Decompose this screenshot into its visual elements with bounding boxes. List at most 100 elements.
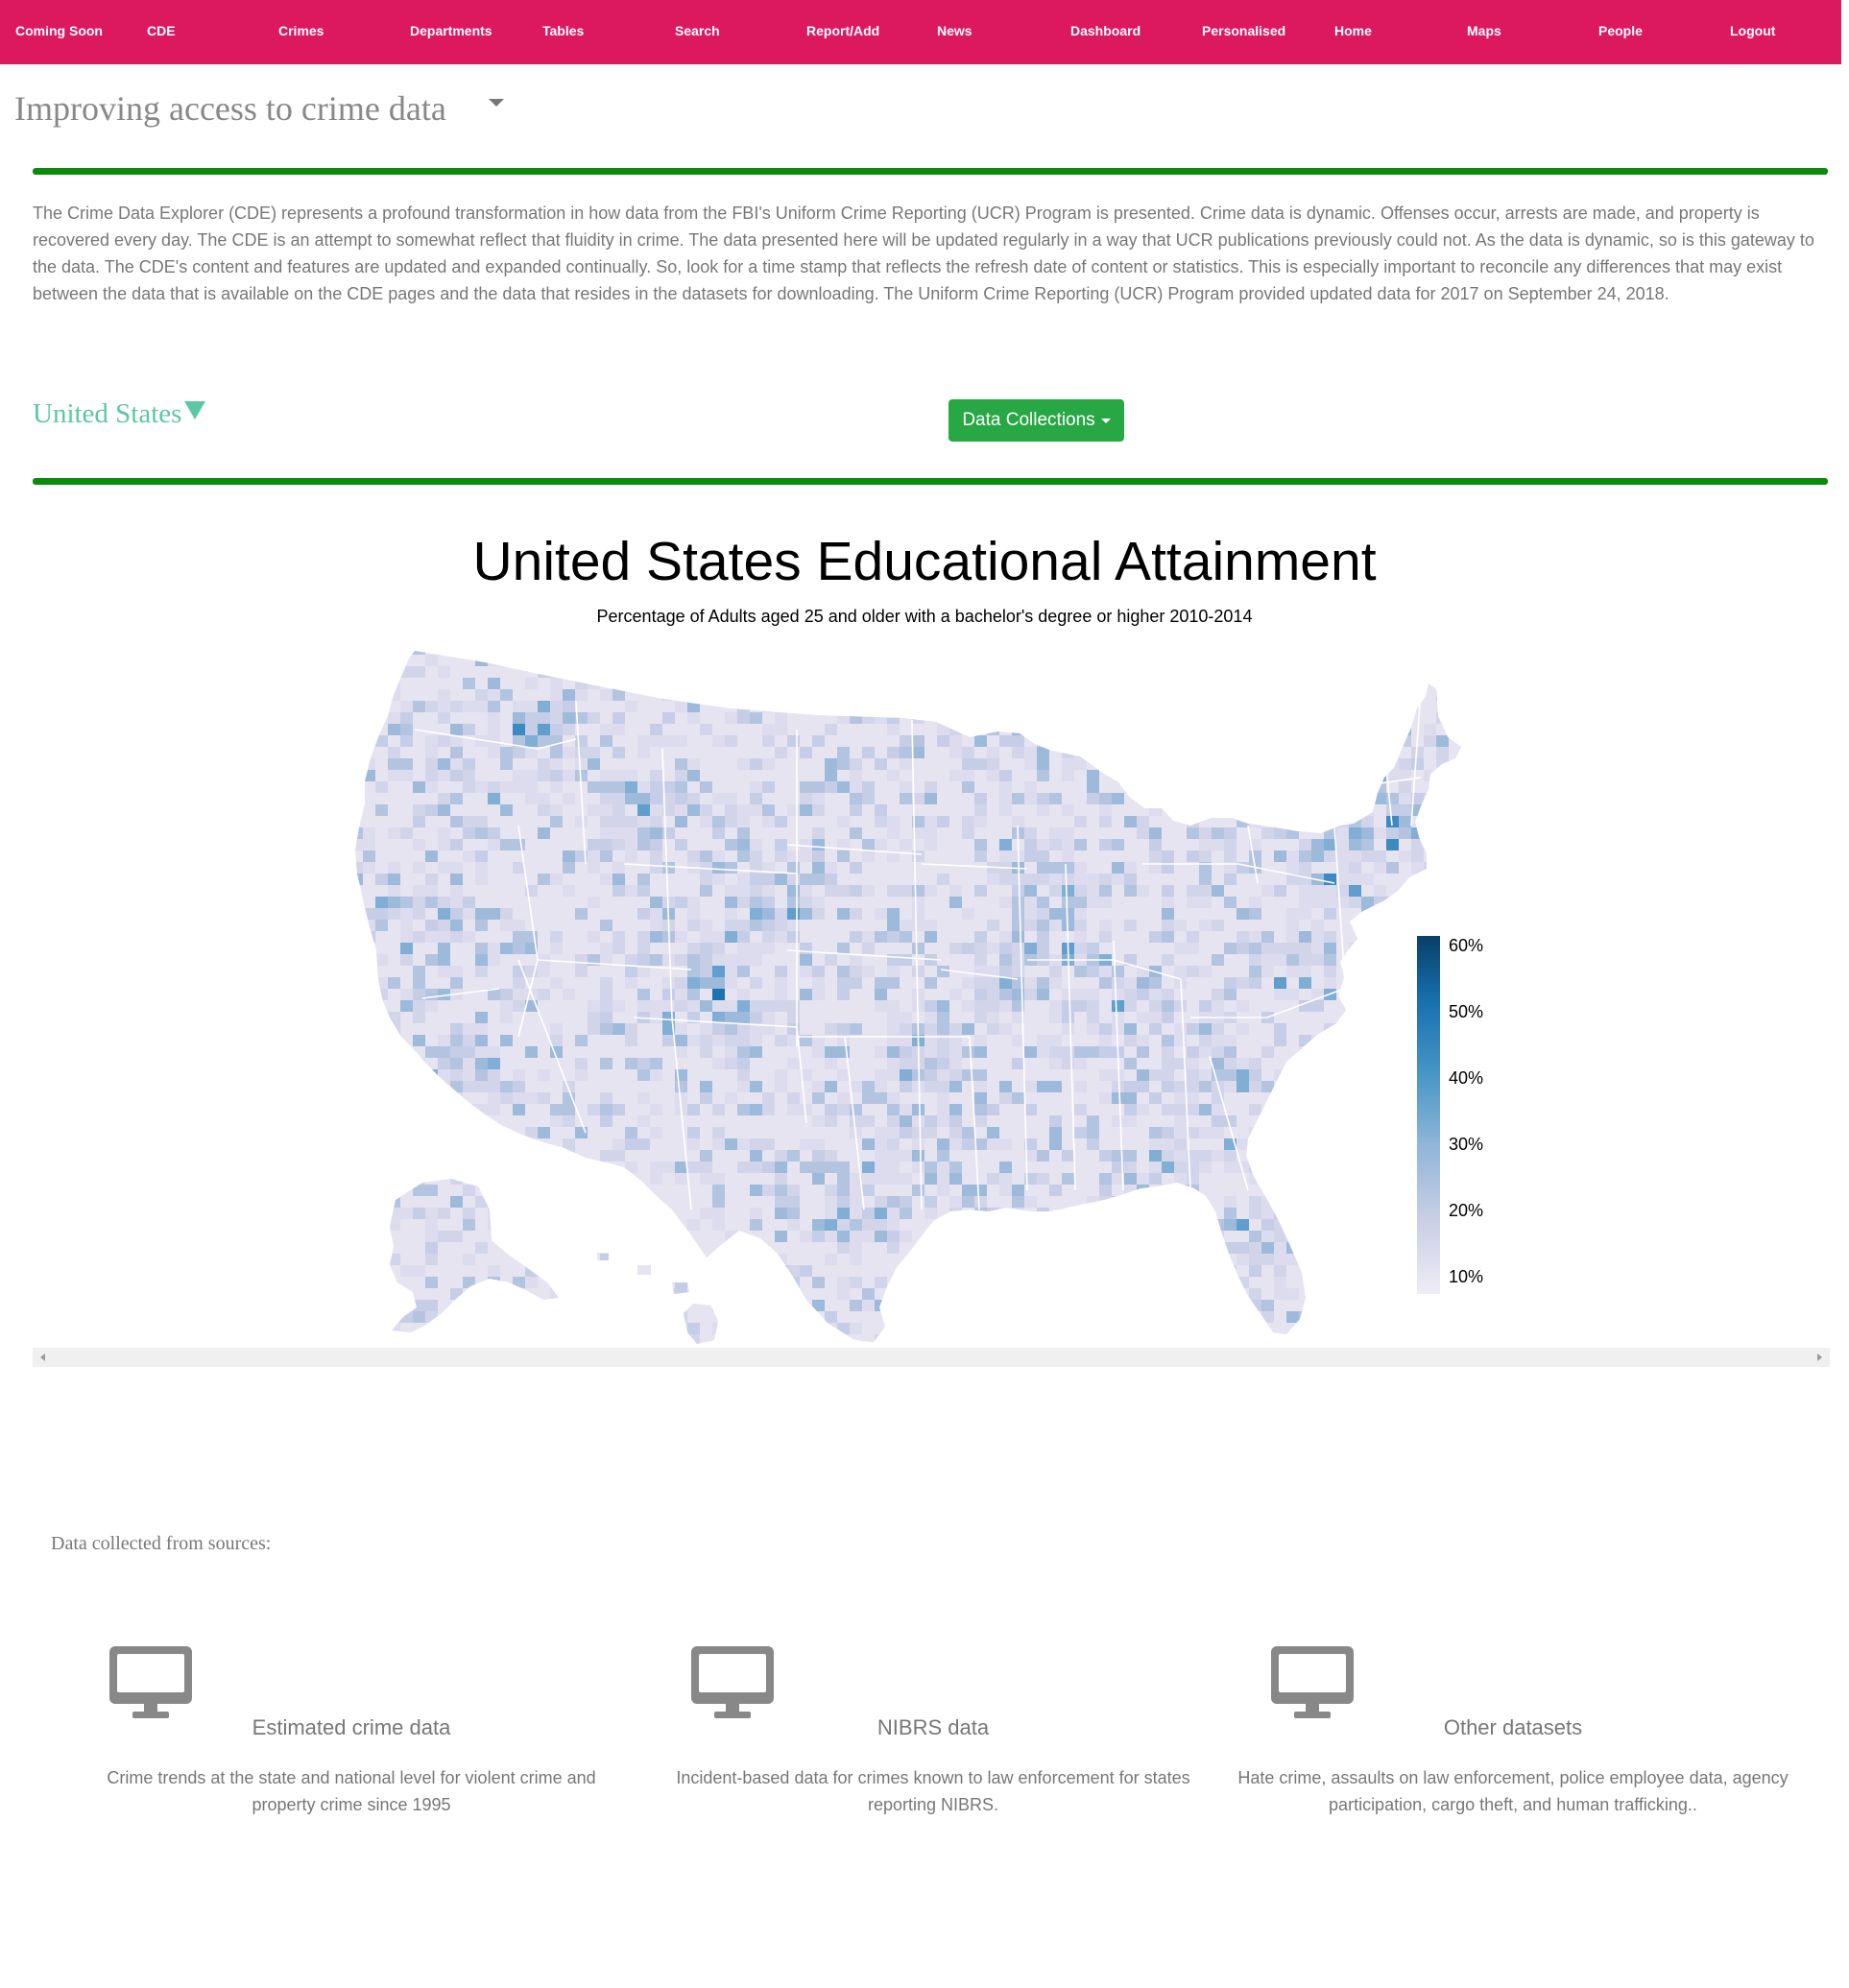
county-cell — [513, 1173, 526, 1186]
county-cell — [338, 908, 351, 921]
county-cell — [1361, 850, 1375, 863]
county-cell — [887, 758, 900, 771]
county-cell — [1237, 977, 1250, 990]
county-cell — [1286, 1081, 1300, 1093]
county-cell — [725, 1162, 738, 1174]
county-cell — [288, 816, 301, 828]
county-cell — [1087, 1058, 1100, 1070]
county-cell — [1074, 1012, 1088, 1024]
county-cell — [1386, 1035, 1400, 1047]
county-cell — [313, 758, 326, 771]
county-cell — [338, 1035, 351, 1047]
county-cell — [962, 1046, 975, 1059]
county-cell — [1062, 758, 1075, 771]
county-cell — [800, 954, 813, 967]
county-cell — [812, 1208, 826, 1220]
county-cell — [974, 701, 988, 713]
county-cell — [987, 1185, 1000, 1197]
county-cell — [1137, 1023, 1150, 1036]
county-cell — [1449, 724, 1461, 736]
county-cell — [650, 908, 663, 921]
county-cell — [750, 1138, 763, 1151]
county-cell — [1261, 931, 1275, 944]
county-cell — [775, 827, 788, 840]
county-cell — [500, 1023, 514, 1036]
county-cell — [400, 689, 414, 702]
county-cell — [1049, 666, 1063, 679]
county-cell — [488, 1162, 501, 1174]
county-cell — [438, 770, 451, 782]
county-cell — [1336, 1000, 1350, 1013]
county-cell — [425, 655, 439, 667]
county-cell — [687, 724, 701, 736]
county-cell — [375, 1162, 389, 1174]
county-cell — [1174, 1104, 1188, 1116]
county-cell — [400, 977, 414, 990]
county-cell — [1361, 804, 1375, 817]
county-cell — [500, 655, 514, 667]
county-cell — [862, 1150, 876, 1162]
county-cell — [825, 655, 838, 667]
county-cell — [750, 827, 763, 840]
county-cell — [974, 666, 988, 679]
county-cell — [1037, 689, 1050, 702]
county-cell — [1037, 1000, 1050, 1013]
county-cell — [987, 1219, 1000, 1232]
county-cell — [712, 804, 726, 817]
county-cell — [1212, 1138, 1225, 1151]
county-cell — [1449, 1162, 1461, 1174]
county-cell — [1374, 1012, 1387, 1024]
county-cell — [1286, 954, 1300, 967]
county-cell — [1461, 793, 1475, 805]
county-cell — [962, 931, 975, 944]
county-cell — [1037, 908, 1050, 921]
county-cell — [675, 977, 688, 990]
county-cell — [1374, 908, 1387, 921]
county-cell — [1311, 1023, 1325, 1036]
county-cell — [1336, 1150, 1350, 1162]
county-cell — [949, 897, 963, 909]
county-cell — [637, 1219, 651, 1232]
county-cell — [1474, 1185, 1487, 1197]
county-cell — [625, 874, 638, 886]
county-cell — [1274, 804, 1287, 817]
county-cell — [612, 678, 626, 690]
county-cell — [1087, 793, 1100, 805]
county-cell — [1212, 1173, 1225, 1186]
county-cell — [375, 735, 389, 748]
county-cell — [500, 897, 514, 909]
county-cell — [1012, 651, 1025, 656]
county-cell — [1162, 1208, 1175, 1220]
county-cell — [338, 1023, 351, 1036]
county-cell — [313, 666, 326, 679]
county-cell — [999, 977, 1013, 990]
county-cell — [900, 1196, 913, 1209]
county-cell — [488, 1012, 501, 1024]
county-cell — [1024, 943, 1038, 955]
county-cell — [1386, 735, 1400, 748]
county-cell — [325, 1173, 339, 1186]
county-cell — [1074, 931, 1088, 944]
county-cell — [875, 678, 888, 690]
county-cell — [612, 747, 626, 759]
county-cell — [1199, 885, 1213, 898]
county-cell — [1224, 1081, 1237, 1093]
county-cell — [1199, 1162, 1213, 1174]
county-cell — [1037, 758, 1050, 771]
county-cell — [900, 781, 913, 794]
county-cell — [1112, 678, 1125, 690]
county-cell — [1037, 1208, 1050, 1220]
county-cell — [1299, 804, 1312, 817]
county-cell — [500, 977, 514, 990]
county-cell — [987, 977, 1000, 990]
county-cell — [1324, 908, 1337, 921]
county-cell — [800, 874, 813, 886]
county-cell — [1099, 1012, 1113, 1024]
county-cell — [924, 1000, 938, 1013]
county-cell — [1449, 735, 1461, 748]
county-cell — [563, 781, 576, 794]
county-cell — [563, 920, 576, 932]
county-cell — [1299, 1069, 1312, 1082]
county-cell — [1024, 908, 1038, 921]
county-cell — [375, 1092, 389, 1105]
